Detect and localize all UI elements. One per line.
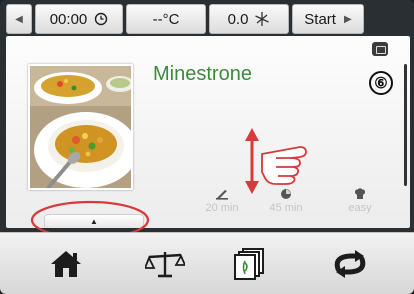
start-button[interactable]: Start ▶ bbox=[292, 4, 364, 34]
repeat-icon bbox=[334, 250, 366, 278]
repeat-button[interactable] bbox=[320, 241, 380, 287]
triangle-left-icon: ◀ bbox=[15, 13, 23, 25]
timer-icon bbox=[281, 189, 291, 199]
recipe-panel: Minestrone ⑥ 20 min 45 min easy ▲ bbox=[6, 36, 410, 228]
recipe-image[interactable] bbox=[28, 64, 133, 190]
start-label: Start bbox=[304, 10, 336, 28]
recipe-card-icon[interactable] bbox=[372, 42, 388, 56]
recipe-cards-button[interactable] bbox=[220, 241, 280, 287]
triangle-up-icon: ▲ bbox=[90, 217, 98, 226]
expand-tab-handle[interactable]: ▲ bbox=[44, 214, 144, 228]
total-time-stat: 45 min bbox=[256, 186, 316, 214]
temperature-value: --°C bbox=[152, 10, 180, 28]
status-bar: ◀ 00:00 --°C 0.0 Start ▶ bbox=[6, 4, 410, 34]
temperature-display[interactable]: --°C bbox=[126, 4, 206, 34]
triangle-right-icon: ▶ bbox=[343, 13, 352, 25]
total-time-label: 45 min bbox=[269, 202, 303, 214]
scale-button[interactable] bbox=[135, 241, 195, 287]
home-button[interactable] bbox=[36, 241, 96, 287]
time-value: 00:00 bbox=[49, 10, 88, 28]
difficulty-label: easy bbox=[348, 202, 372, 214]
scale-icon bbox=[145, 252, 185, 278]
home-icon bbox=[51, 251, 81, 277]
prep-time-label: 20 min bbox=[205, 202, 239, 214]
prev-button[interactable]: ◀ bbox=[6, 4, 32, 34]
time-display[interactable]: 00:00 bbox=[35, 4, 123, 34]
recipe-stats: 20 min 45 min easy bbox=[192, 186, 392, 218]
recipe-title: Minestrone bbox=[153, 63, 252, 85]
prep-time-stat: 20 min bbox=[192, 186, 252, 214]
clock-icon bbox=[95, 12, 108, 26]
knife-icon bbox=[216, 190, 228, 200]
difficulty-stat: easy bbox=[330, 186, 390, 214]
recipe-cards-icon bbox=[234, 248, 264, 280]
soup-bowl-photo-icon bbox=[30, 66, 131, 188]
scrollbar[interactable] bbox=[404, 64, 407, 186]
speed-value: 0.0 bbox=[227, 10, 249, 28]
chef-hat-icon bbox=[354, 188, 366, 199]
speed-display[interactable]: 0.0 bbox=[209, 4, 289, 34]
device-screen: ◀ 00:00 --°C 0.0 Start ▶ Minestrone ⑥ 20… bbox=[0, 0, 414, 294]
bottom-nav bbox=[0, 232, 414, 294]
callout-number-badge: ⑥ bbox=[369, 71, 393, 95]
fan-icon bbox=[255, 12, 270, 26]
